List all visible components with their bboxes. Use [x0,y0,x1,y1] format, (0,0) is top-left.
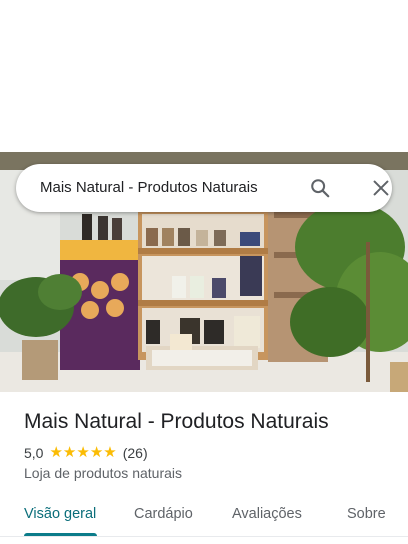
place-category[interactable]: Loja de produtos naturais [24,465,182,481]
place-title: Mais Natural - Produtos Naturais [24,410,329,433]
star-icon: ★ [103,444,117,461]
star-icon: ★ [49,444,63,461]
tab-about[interactable]: Sobre [347,506,386,522]
blank-header-area [0,0,408,152]
search-input[interactable]: Mais Natural - Produtos Naturais [40,179,290,196]
rating-stars: ★ ★ ★ ★ ★ [49,445,116,461]
tabs-divider [0,536,408,537]
rating-row[interactable]: 5,0 ★ ★ ★ ★ ★ (26) [24,444,148,462]
review-count[interactable]: (26) [123,445,148,461]
tab-reviews[interactable]: Avaliações [232,506,302,522]
star-icon: ★ [89,444,104,461]
search-icon[interactable] [309,177,331,199]
place-tabs: Visão geral Cardápio Avaliações Sobre [0,500,408,540]
star-icon: ★ [62,444,77,461]
search-bar[interactable]: Mais Natural - Produtos Naturais [16,164,392,212]
star-icon: ★ [76,444,90,461]
close-icon[interactable] [370,177,392,199]
rating-value: 5,0 [24,445,44,461]
tab-overview[interactable]: Visão geral [24,506,96,522]
tab-menu[interactable]: Cardápio [134,506,193,522]
